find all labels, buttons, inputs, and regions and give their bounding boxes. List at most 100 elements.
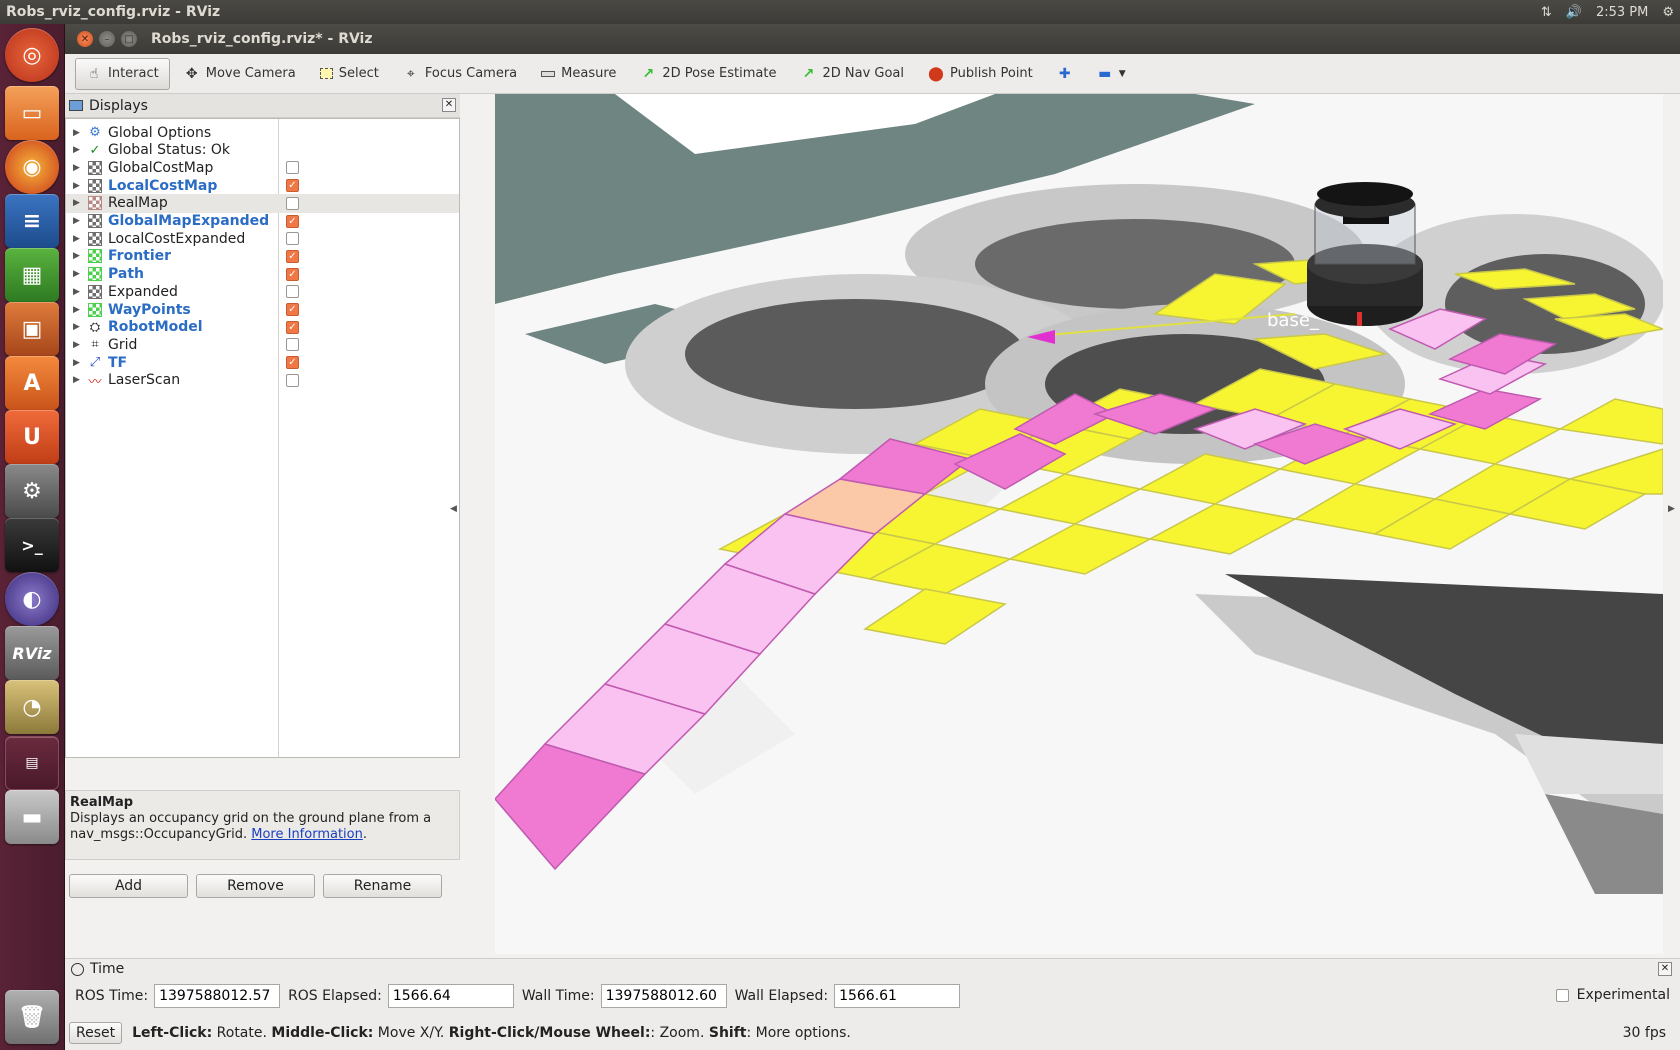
close-panel-icon[interactable]: ✕ [442,98,456,112]
publish-point-tool-button[interactable]: ⬤ Publish Point [918,58,1043,90]
expand-arrow-icon[interactable]: ▶ [73,128,80,138]
display-enable-checkbox[interactable]: ✓ [286,249,299,263]
add-button[interactable]: Add [69,874,188,898]
expand-arrow-icon[interactable]: ▶ [73,358,80,368]
move-camera-tool-button[interactable]: ✥ Move Camera [174,58,306,90]
image-viewer-icon[interactable]: ◔ [5,680,59,734]
display-item-path[interactable]: ▶ Path ✓ [66,265,459,284]
display-enable-checkbox[interactable]: ✓ [286,356,299,370]
ubuntu-one-icon[interactable]: U [5,410,59,464]
expand-arrow-icon[interactable]: ▶ [73,234,80,244]
measure-tool-button[interactable]: Measure [531,58,626,90]
network-icon[interactable]: ⇅ [1541,5,1552,20]
firefox-icon[interactable]: ◉ [5,140,59,194]
display-item-global-status-ok[interactable]: ▶ ✓ Global Status: Ok [66,141,459,160]
display-item-expanded[interactable]: ▶ Expanded [66,282,459,301]
writer-icon[interactable]: ≡ [5,194,59,248]
collapse-right-icon[interactable]: ▶ [1668,504,1675,514]
volume-icon[interactable]: 🔊 [1566,5,1582,20]
remove-tool-menu-button[interactable]: ▬ ▼ [1087,58,1136,90]
close-time-panel-icon[interactable]: ✕ [1658,962,1672,976]
eclipse-icon[interactable]: ◐ [5,572,59,626]
display-enable-checkbox[interactable]: ✓ [286,214,299,228]
display-item-realmap[interactable]: ▶ RealMap [66,193,459,213]
minimize-window-icon[interactable]: – [99,31,115,47]
display-item-frontier[interactable]: ▶ Frontier ✓ [66,247,459,266]
display-item-globalmapexpanded[interactable]: ▶ GlobalMapExpanded ✓ [66,212,459,231]
description-title: RealMap [70,795,134,810]
expand-arrow-icon[interactable]: ▶ [73,181,80,191]
workspaces-icon[interactable]: ▤ [5,736,59,790]
disk-icon[interactable]: ▬ [5,790,59,844]
focus-camera-tool-button[interactable]: ⌖ Focus Camera [393,58,527,90]
display-enable-checkbox[interactable] [286,338,299,352]
files-icon[interactable]: ▭ [5,86,59,140]
display-enable-checkbox[interactable]: ✓ [286,303,299,316]
expand-arrow-icon[interactable]: ▶ [73,340,80,350]
ros-elapsed-field[interactable] [387,984,514,1008]
settings-gear-icon[interactable]: ⚙ [1662,5,1674,20]
remove-button[interactable]: Remove [196,874,315,898]
display-item-waypoints[interactable]: ▶ WayPoints ✓ [66,300,459,319]
display-enable-checkbox[interactable] [286,161,299,175]
experimental-option[interactable]: Experimental [1555,987,1670,1003]
terminal-icon[interactable]: >_ [5,518,59,572]
select-tool-button[interactable]: Select [310,58,389,90]
wall-elapsed-field[interactable] [834,984,961,1008]
calc-icon[interactable]: ▦ [5,248,59,302]
display-enable-checkbox[interactable] [286,373,299,387]
interact-tool-button[interactable]: ☝ Interact [75,57,170,90]
display-item-tf[interactable]: ▶ ⤢ TF ✓ [66,353,459,372]
add-tool-button[interactable]: ✚ [1047,58,1083,90]
software-center-icon[interactable]: A [5,356,59,410]
nav-goal-tool-button[interactable]: ↗ 2D Nav Goal [790,58,914,90]
wall-time-field[interactable] [600,984,727,1008]
expand-arrow-icon[interactable]: ▶ [73,287,80,297]
display-enable-checkbox[interactable]: ✓ [286,267,299,281]
display-item-globalcostmap[interactable]: ▶ GlobalCostMap [66,158,459,177]
displays-header: Displays ✕ [65,94,460,118]
display-item-grid[interactable]: ▶ ⌗ Grid [66,335,459,354]
expand-arrow-icon[interactable]: ▶ [73,216,80,226]
expand-arrow-icon[interactable]: ▶ [73,251,80,261]
rviz-icon[interactable]: RViz [5,626,59,680]
reset-button[interactable]: Reset [69,1022,123,1044]
system-settings-icon[interactable]: ⚙ [5,464,59,518]
display-enable-checkbox[interactable] [286,196,299,210]
expand-arrow-icon[interactable]: ▶ [73,145,80,155]
display-enable-checkbox[interactable]: ✓ [286,320,299,334]
status-bar: Reset Left-Click: Rotate. Middle-Click: … [65,1017,1680,1049]
left-click-desc: Rotate. [212,1025,272,1041]
expand-arrow-icon[interactable]: ▶ [73,305,80,315]
fps-counter: 30 fps [1622,1025,1666,1041]
ros-time-field[interactable] [154,984,281,1008]
expand-arrow-icon[interactable]: ▶ [73,163,80,173]
render-view-3d[interactable]: base_ [495,94,1663,954]
impress-icon[interactable]: ▣ [5,302,59,356]
display-item-robotmodel[interactable]: ▶ ⛭ RobotModel ✓ [66,318,459,337]
pose-estimate-tool-button[interactable]: ↗ 2D Pose Estimate [630,58,786,90]
display-enable-checkbox[interactable] [286,232,299,246]
clock[interactable]: 2:53 PM [1596,5,1648,20]
close-window-icon[interactable]: ✕ [77,31,93,47]
expand-arrow-icon[interactable]: ▶ [73,375,80,385]
more-information-link[interactable]: More Information [251,827,363,842]
display-item-laserscan[interactable]: ▶ 〰 LaserScan [66,371,459,390]
expand-arrow-icon[interactable]: ▶ [73,269,80,279]
grid-icon [87,302,103,318]
maximize-window-icon[interactable]: □ [121,31,137,47]
expand-arrow-icon[interactable]: ▶ [73,198,80,208]
ubuntu-dash-icon[interactable]: ◎ [5,28,59,82]
display-item-global-options[interactable]: ▶ ⚙ Global Options [66,123,459,142]
trash-icon[interactable]: 🗑 [5,990,59,1044]
check-icon: ✓ [89,142,101,158]
expand-arrow-icon[interactable]: ▶ [73,322,80,332]
display-enable-checkbox[interactable] [286,285,299,299]
experimental-checkbox[interactable] [1555,988,1569,1002]
display-item-localcostexpanded[interactable]: ▶ LocalCostExpanded [66,229,459,248]
scene-svg: base_ [495,94,1663,954]
collapse-left-icon[interactable]: ◀ [450,504,457,514]
rename-button[interactable]: Rename [323,874,442,898]
display-enable-checkbox[interactable]: ✓ [286,179,299,193]
display-item-localcostmap[interactable]: ▶ LocalCostMap ✓ [66,176,459,195]
